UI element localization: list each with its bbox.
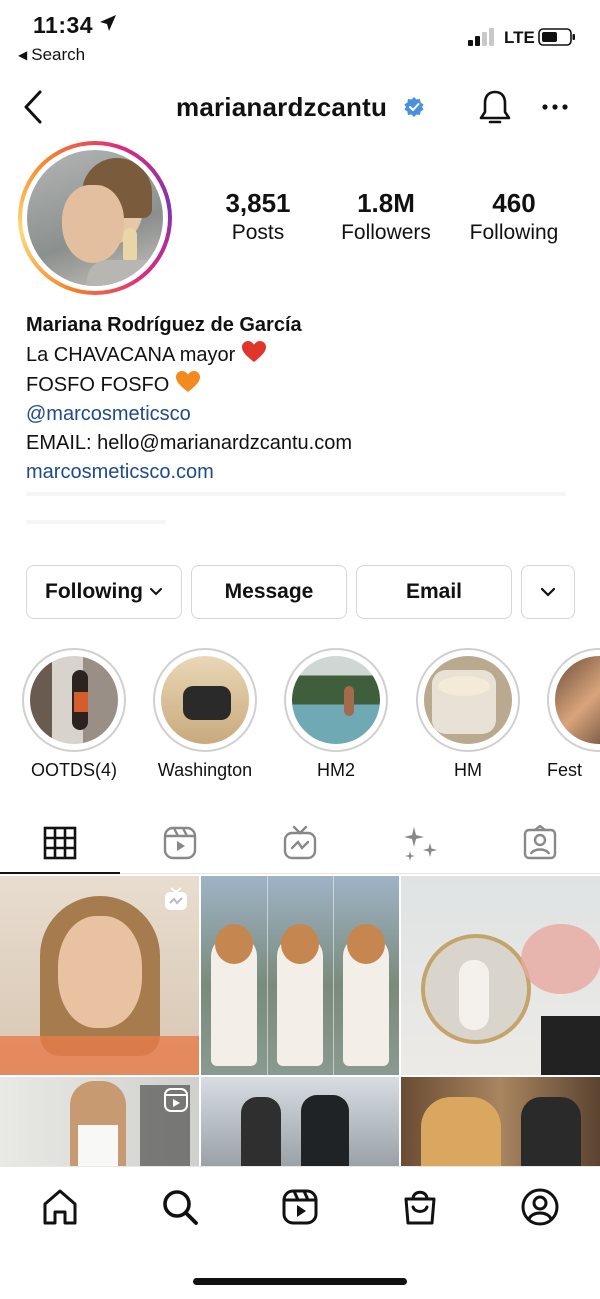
following-label: Following [469,221,559,244]
profile-icon [521,1188,559,1226]
active-tab-indicator [0,872,120,874]
nav-reels[interactable] [278,1185,322,1229]
status-bar: 11:34 ◀ Search LTE [0,0,600,72]
email-button-label: Email [405,580,463,603]
bio-mention-link[interactable]: @marcosmeticsco [26,400,586,429]
tab-effects[interactable] [360,812,480,874]
message-button-label: Message [224,580,314,603]
tab-tagged[interactable] [480,812,600,874]
highlight-thumbnail [424,656,512,744]
verified-badge-icon [404,97,424,117]
cellular-signal-icon [468,28,494,46]
tagged-icon [523,825,557,860]
back-triangle-icon: ◀ [18,48,28,62]
back-to-search-link[interactable]: ◀ Search [18,45,85,65]
story-highlight[interactable]: HM [416,648,520,781]
shop-icon [404,1190,436,1225]
igtv-icon [283,825,317,860]
chevron-down-icon [149,588,162,596]
nav-home[interactable] [38,1185,82,1229]
story-highlight[interactable]: Fest [547,648,600,781]
home-indicator[interactable] [193,1278,407,1285]
tab-igtv[interactable] [240,812,360,874]
bottom-navigation [0,1166,600,1299]
highlight-label: HM2 [316,760,355,780]
highlight-thumbnail [292,656,380,744]
grid-icon [43,826,77,860]
orange-heart-icon [176,371,201,392]
followers-stat[interactable]: 1.8M Followers [330,188,442,245]
posts-stat[interactable]: 3,851 Posts [214,188,302,245]
network-type: LTE [504,28,535,47]
reels-icon [282,1189,318,1225]
igtv-badge-icon [165,887,187,910]
grid-post[interactable] [201,876,399,1075]
highlight-label: HM [454,760,482,780]
grid-post[interactable] [201,1077,399,1166]
following-button[interactable]: Following [26,565,182,619]
highlight-label: Washington [157,760,253,780]
grid-post[interactable] [401,1077,600,1166]
bio-line-2: FOSFO FOSFO [26,370,586,400]
message-button[interactable]: Message [191,565,347,619]
nav-shop[interactable] [398,1185,442,1229]
posts-count: 3,851 [225,188,291,218]
bell-icon[interactable] [477,88,513,128]
tab-reels[interactable] [120,812,240,874]
reels-badge-icon [164,1088,188,1112]
profile-content-tabs [0,812,600,874]
profile-header: marianardzcantu [0,80,600,136]
highlight-thumbnail [161,656,249,744]
bio-line-1: La CHAVACANA mayor [26,340,586,370]
grid-post[interactable] [401,876,600,1075]
status-time: 11:34 [33,12,94,38]
effects-icon [404,827,437,861]
followers-label: Followers [341,221,431,244]
red-heart-icon [242,341,267,362]
nav-profile[interactable] [518,1185,562,1229]
following-button-label: Following [45,580,143,603]
suggested-accounts-button[interactable] [521,565,575,619]
grid-post[interactable] [0,876,199,1075]
back-search-label: Search [31,45,86,64]
bio-website-link[interactable]: marcosmeticsco.com [26,458,586,487]
tab-posts-grid[interactable] [0,812,120,874]
highlight-label: Fest [547,760,583,780]
more-icon[interactable] [540,102,570,112]
story-highlight[interactable]: Washington [153,648,257,781]
nav-search[interactable] [158,1185,202,1229]
blurred-text-line [26,520,166,524]
posts-label: Posts [231,221,285,244]
grid-post[interactable] [0,1077,199,1166]
story-highlight[interactable]: OOTDS(4) [22,648,126,781]
blurred-text-line [26,492,566,496]
search-icon [163,1190,198,1225]
highlight-label: OOTDS(4) [30,760,117,780]
battery-icon [538,28,575,46]
profile-username: marianardzcantu [176,92,388,122]
story-highlight[interactable]: HM2 [284,648,388,781]
reels-icon [163,826,197,860]
avatar-photo [27,150,163,286]
profile-avatar[interactable] [18,141,172,295]
profile-full-name: Mariana Rodríguez de García [26,314,302,336]
highlight-thumbnail [555,656,600,744]
chevron-left-icon[interactable] [20,88,46,126]
location-arrow-icon [100,15,116,31]
highlight-thumbnail [30,656,118,744]
bio-email-line: EMAIL: hello@marianardzcantu.com [26,432,352,454]
chevron-down-icon [540,587,556,597]
home-icon [43,1189,77,1225]
email-button[interactable]: Email [356,565,512,619]
following-count: 460 [492,188,536,218]
profile-bio: Mariana Rodríguez de García La CHAVACANA… [26,311,586,487]
followers-count: 1.8M [357,188,415,218]
following-stat[interactable]: 460 Following [461,188,567,245]
